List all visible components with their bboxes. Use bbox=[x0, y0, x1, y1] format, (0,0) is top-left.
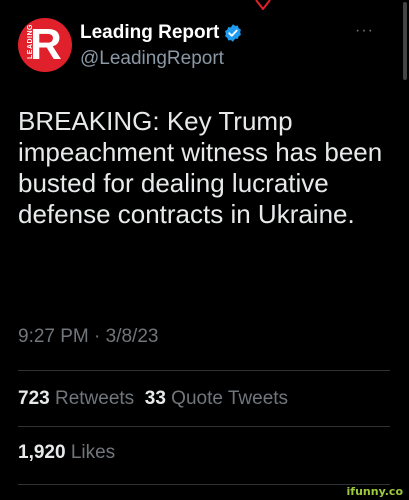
likes-label[interactable]: Likes bbox=[71, 442, 115, 463]
avatar-side-text: LEADING bbox=[27, 24, 34, 59]
verified-badge-icon bbox=[225, 24, 242, 42]
divider bbox=[18, 370, 390, 371]
divider bbox=[18, 484, 390, 485]
red-arrow-mark bbox=[255, 0, 271, 10]
scrollbar[interactable] bbox=[403, 2, 407, 80]
watermark: ifunny.co bbox=[346, 485, 403, 498]
retweets-label[interactable]: Retweets bbox=[55, 388, 134, 409]
retweets-count[interactable]: 723 bbox=[18, 388, 50, 409]
likes-count[interactable]: 1,920 bbox=[18, 442, 66, 463]
retweet-stats-row: 723 Retweets 33 Quote Tweets bbox=[18, 388, 288, 410]
avatar[interactable]: R LEADING bbox=[18, 18, 72, 72]
user-handle[interactable]: @LeadingReport bbox=[80, 48, 224, 70]
name-row: Leading Report bbox=[80, 20, 243, 46]
display-name[interactable]: Leading Report bbox=[80, 22, 219, 44]
divider bbox=[18, 426, 390, 427]
likes-stats-row: 1,920 Likes bbox=[18, 442, 115, 464]
quote-tweets-label[interactable]: Quote Tweets bbox=[171, 388, 288, 409]
quote-tweets-count[interactable]: 33 bbox=[145, 388, 166, 409]
tweet-header: R LEADING Leading Report @LeadingReport … bbox=[18, 18, 388, 78]
tweet-timestamp[interactable]: 9:27 PM · 3/8/23 bbox=[18, 326, 158, 348]
avatar-letter: R bbox=[30, 20, 62, 69]
tweet-text: BREAKING: Key Trump impeachment witness … bbox=[18, 106, 383, 229]
more-options-icon[interactable]: ··· bbox=[355, 22, 374, 40]
